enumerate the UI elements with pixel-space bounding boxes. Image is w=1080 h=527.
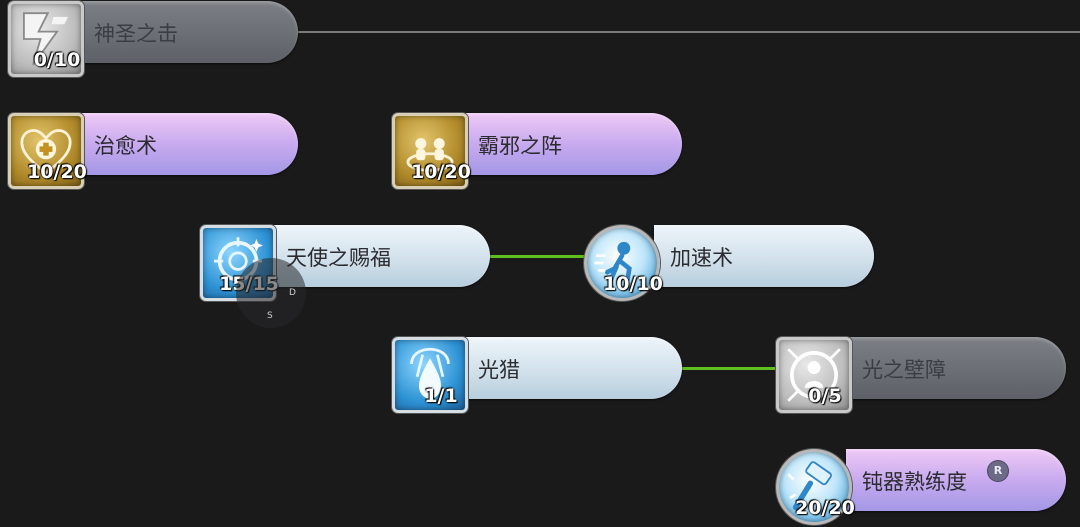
virtual-joystick[interactable]: D S <box>236 258 306 328</box>
skill-node-light-hunt[interactable]: 光猎 1/1 <box>392 337 682 413</box>
skill-name: 光猎 <box>478 358 520 382</box>
skill-level: 10/10 <box>603 273 663 295</box>
skill-level: 10/20 <box>411 161 471 183</box>
skill-tree-connector <box>489 255 585 258</box>
skill-level: 1/1 <box>424 385 458 407</box>
skill-node-haste[interactable]: 加速术 10/10 <box>584 225 874 301</box>
skill-name: 加速术 <box>670 246 733 270</box>
skill-name: 治愈术 <box>94 134 157 158</box>
skill-level: 20/20 <box>795 497 855 519</box>
skill-name: 钝器熟练度 <box>862 470 967 494</box>
skill-tree-connector <box>296 31 1080 33</box>
skill-name: 神圣之击 <box>94 22 178 46</box>
skill-node-holy-strike[interactable]: 神圣之击 0/10 <box>8 1 298 77</box>
skill-level: 0/10 <box>33 49 81 71</box>
skill-name: 霸邪之阵 <box>478 134 562 158</box>
skill-name: 天使之赐福 <box>286 246 391 270</box>
rank-badge: R <box>988 461 1008 481</box>
skill-level: 0/5 <box>808 385 842 407</box>
joystick-label-d: D <box>289 288 296 298</box>
skill-node-ward-formation[interactable]: 霸邪之阵 10/20 <box>392 113 682 189</box>
skill-tree-connector <box>681 367 777 370</box>
skill-name: 光之壁障 <box>862 358 946 382</box>
joystick-label-s: S <box>267 311 273 321</box>
skill-node-blunt-mastery[interactable]: 钝器熟练度 R 20/20 <box>776 449 1066 525</box>
skill-level: 10/20 <box>27 161 87 183</box>
skill-node-light-barrier[interactable]: 光之壁障 0/5 <box>776 337 1066 413</box>
skill-node-heal[interactable]: 治愈术 10/20 <box>8 113 298 189</box>
